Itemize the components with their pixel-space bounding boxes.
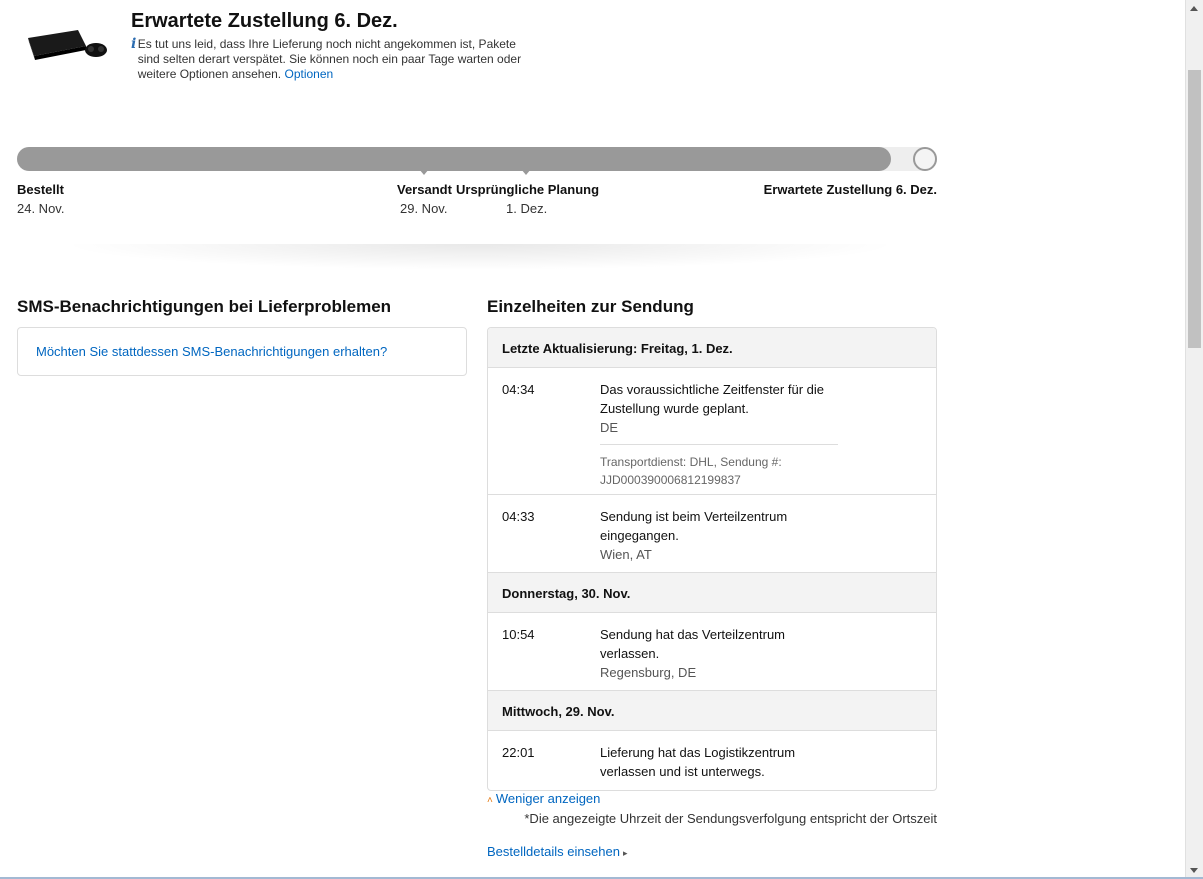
tracking-event: 22:01 Lieferung hat das Logistikzentrum … xyxy=(488,731,936,790)
progress-fill xyxy=(17,147,891,175)
event-location: Wien, AT xyxy=(600,547,652,562)
milestone-label: Erwartete Zustellung 6. Dez. xyxy=(763,182,937,197)
event-time: 22:01 xyxy=(502,745,535,760)
event-time: 04:33 xyxy=(502,509,535,524)
tracking-event: 04:33 Sendung ist beim Verteilzentrum ei… xyxy=(488,495,936,573)
milestone-expected-delivery: Erwartete Zustellung 6. Dez. xyxy=(764,180,937,199)
section-divider-shadow xyxy=(60,244,900,270)
sms-section-title: SMS-Benachrichtigungen bei Lieferproblem… xyxy=(17,297,392,316)
tracking-event: 04:34 Das voraussichtliche Zeitfenster f… xyxy=(488,368,936,495)
event-details: Sendung hat das Verteilzentrum verlassen… xyxy=(600,625,838,690)
sms-notification-link[interactable]: Möchten Sie stattdessen SMS-Benachrichti… xyxy=(36,344,387,359)
tracking-day-header: Letzte Aktualisierung: Freitag, 1. Dez. xyxy=(488,328,936,368)
event-description: Lieferung hat das Logistikzentrum verlas… xyxy=(600,745,796,779)
scrollbar-thumb[interactable] xyxy=(1188,70,1201,348)
event-details: Lieferung hat das Logistikzentrum verlas… xyxy=(600,743,838,790)
event-description: Sendung hat das Verteilzentrum verlassen… xyxy=(600,627,786,661)
milestone-label: Ursprüngliche Planung xyxy=(456,182,600,197)
product-image xyxy=(24,24,110,64)
milestone-shipped: Versandt 29. Nov. xyxy=(397,180,452,218)
delivery-endpoint-circle xyxy=(913,147,937,171)
scroll-down-icon[interactable] xyxy=(1190,868,1198,873)
caret-right-icon: ▸ xyxy=(622,848,628,858)
milestone-tick-shipped xyxy=(419,169,429,175)
milestone-label: Bestellt xyxy=(17,182,64,197)
delay-info: i Es tut uns leid, dass Ihre Lieferung n… xyxy=(131,37,541,82)
sms-box: Möchten Sie stattdessen SMS-Benachrichti… xyxy=(17,327,467,376)
milestone-original-plan: Ursprüngliche Planung 1. Dez. xyxy=(456,180,599,218)
order-details-label[interactable]: Bestelldetails einsehen xyxy=(487,844,620,859)
event-location: DE xyxy=(600,420,619,435)
event-location: Regensburg, DE xyxy=(600,665,697,680)
tracking-table: Letzte Aktualisierung: Freitag, 1. Dez. … xyxy=(487,327,937,791)
shipment-section-title: Einzelheiten zur Sendung xyxy=(487,297,694,316)
delay-message: Es tut uns leid, dass Ihre Lieferung noc… xyxy=(138,37,541,82)
show-less-link[interactable]: ˄ Weniger anzeigen xyxy=(487,791,600,806)
info-icon: i xyxy=(131,36,137,52)
tracking-event: 10:54 Sendung hat das Verteilzentrum ver… xyxy=(488,613,936,691)
event-description: Sendung ist beim Verteilzentrum eingegan… xyxy=(600,509,788,543)
progress-track xyxy=(17,147,937,175)
vertical-scrollbar[interactable] xyxy=(1185,0,1203,879)
tracking-day-header: Mittwoch, 29. Nov. xyxy=(488,691,936,731)
event-details: Sendung ist beim Verteilzentrum eingegan… xyxy=(600,507,838,572)
tracking-day-header: Donnerstag, 30. Nov. xyxy=(488,573,936,613)
delivery-title: Erwartete Zustellung 6. Dez. xyxy=(131,10,398,32)
event-details: Das voraussichtliche Zeitfenster für die… xyxy=(600,380,838,494)
order-details-link[interactable]: Bestelldetails einsehen ▸ xyxy=(487,844,628,859)
milestone-tick-planned xyxy=(521,169,531,175)
milestone-date: 1. Dez. xyxy=(506,201,548,216)
milestone-date: 24. Nov. xyxy=(17,201,65,216)
milestone-label: Versandt xyxy=(397,182,452,197)
event-description: Das voraussichtliche Zeitfenster für die… xyxy=(600,382,824,416)
scroll-up-icon[interactable] xyxy=(1190,6,1198,11)
show-less-label[interactable]: Weniger anzeigen xyxy=(496,791,601,806)
local-time-note: *Die angezeigte Uhrzeit der Sendungsverf… xyxy=(524,811,937,826)
milestone-ordered: Bestellt 24. Nov. xyxy=(17,180,64,218)
event-time: 10:54 xyxy=(502,627,535,642)
milestone-date: 29. Nov. xyxy=(400,201,448,216)
options-link[interactable]: Optionen xyxy=(284,67,333,81)
event-time: 04:34 xyxy=(502,382,535,397)
chevron-up-icon: ˄ xyxy=(487,795,493,806)
carrier-info: Transportdienst: DHL, Sendung #: JJD0003… xyxy=(600,444,838,489)
